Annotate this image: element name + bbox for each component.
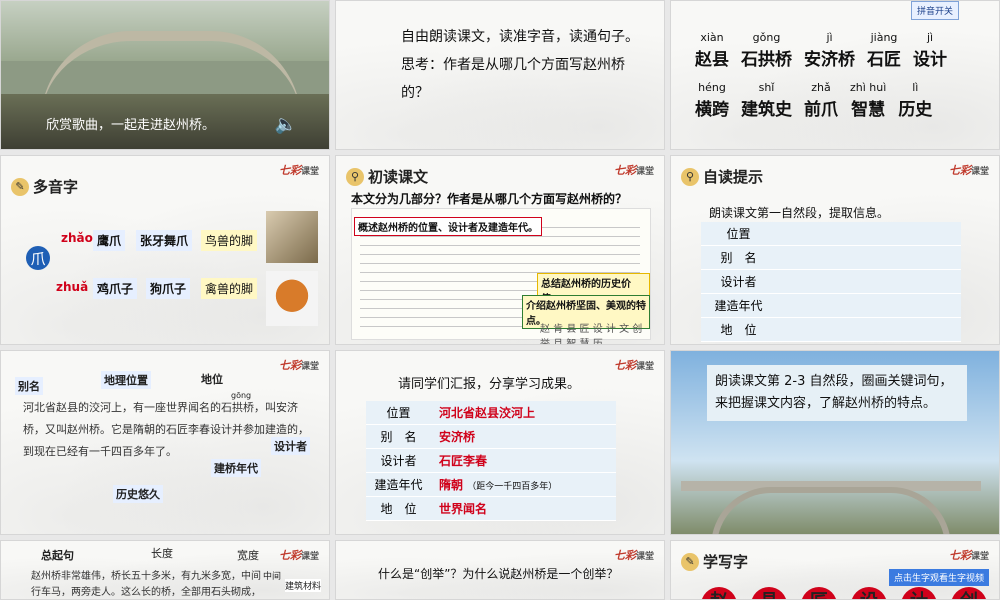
brand-logo: 七彩课堂 xyxy=(613,359,654,372)
pencil-icon: ✎ xyxy=(681,552,699,571)
table-row: 别 名 xyxy=(701,245,961,270)
bridge-image xyxy=(681,481,981,534)
magnifier-icon: ⚲ xyxy=(681,167,699,186)
word-chip: 张牙舞爪 xyxy=(136,230,193,251)
slide-2-thumbnail[interactable]: 自由朗读课文，读准字音，读通句子。思考：作者是从哪几个方面写赵州桥的？ xyxy=(335,0,665,150)
brand-logo: 七彩课堂 xyxy=(278,549,319,562)
reading-instruction: 自由朗读课文，读准字音，读通句子。思考：作者是从哪几个方面写赵州桥的？ xyxy=(401,29,639,101)
pinyin-toggle-button[interactable]: 拼音开关 xyxy=(910,1,959,20)
word-chip: 狗爪子 xyxy=(146,278,191,299)
table-row: 建造年代 隋朝 （距今一千四百多年） xyxy=(366,472,616,497)
writing-characters: 赵 县 匠 设 计 创 xyxy=(701,587,987,599)
vocab-word: zhǎ 前爪 xyxy=(804,81,838,120)
lesson-paragraph: 河北省赵县的洨河上，有一座世界闻名的石拱桥，叫安济桥，又叫赵州桥。它是隋朝的石匠… xyxy=(23,401,309,458)
slide-caption: 欣赏歌曲，一起走进赵州桥。 xyxy=(46,118,216,133)
brand-logo: 七彩课堂 xyxy=(613,164,654,177)
label-geo: 地理位置 xyxy=(101,371,151,389)
label-length: 长度 xyxy=(151,547,173,560)
table-row: 设计者 xyxy=(701,269,961,294)
slide-10-thumbnail[interactable]: 七彩课堂 总起句 长度 宽度 中间 建筑材料 赵州桥非常雄伟，桥长五十多米，有九… xyxy=(0,540,330,600)
pronunciation-1: zhǎo xyxy=(61,231,93,245)
vocab-word: lì 历史 xyxy=(898,81,933,120)
table-row: 地 位世界闻名 xyxy=(366,496,616,521)
character-card[interactable]: 赵 xyxy=(701,587,737,599)
label-status: 地位 xyxy=(201,373,223,386)
brand-logo: 七彩课堂 xyxy=(948,164,989,177)
label-width: 宽度 xyxy=(237,549,259,562)
info-table: 位置 别 名 设计者 建造年代 地 位 xyxy=(701,222,961,342)
label-designer: 设计者 xyxy=(271,437,310,455)
meaning-note: 鸟兽的脚 xyxy=(201,230,258,251)
slide-5-thumbnail[interactable]: 七彩课堂 ⚲ 初读课文 本文分为几部分？作者是从哪几个方面写赵州桥的？ 概述赵州… xyxy=(335,155,665,345)
chicken-image xyxy=(266,271,318,326)
slide-title: ✎ 多音字 xyxy=(11,176,78,197)
slide-title: ⚲ 自读提示 xyxy=(681,166,763,187)
character-card[interactable]: 匠 xyxy=(801,587,837,599)
slide-title: ⚲ 初读课文 xyxy=(346,166,428,187)
character-card[interactable]: 设 xyxy=(851,587,887,599)
vocab-word: shǐ 建筑史 xyxy=(741,81,792,120)
vocab-word: xiàn 赵县 xyxy=(695,31,729,70)
vocab-row-1: xiàn 赵县 gǒng 石拱桥 jì 安济桥 jiàng 石匠 jì 设计 xyxy=(695,31,947,70)
slide-title: ✎ 学写字 xyxy=(681,551,748,572)
label-material: 建筑材料 xyxy=(285,579,322,592)
word-chip: 鸡爪子 xyxy=(93,278,138,299)
label-alias: 别名 xyxy=(15,377,43,395)
pronunciation-2: zhuǎ xyxy=(56,280,89,294)
lesson-paragraph: 赵州桥非常雄伟，桥长五十多米，有九米多宽，中间行车马，两旁走人。这么长的桥，全部… xyxy=(31,571,261,598)
label-lead-sentence: 总起句 xyxy=(41,549,74,562)
slide-7-thumbnail[interactable]: 七彩课堂 别名 地理位置 地位 gōng 河北省赵县的洨河上，有一座世界闻名的石… xyxy=(0,350,330,535)
table-row: 位置 xyxy=(701,222,961,246)
speaker-icon[interactable]: 🔈 xyxy=(275,114,297,135)
slide-4-thumbnail[interactable]: 七彩课堂 ✎ 多音字 爪 zhǎo 鹰爪 张牙舞爪 鸟兽的脚 zhuǎ 鸡爪子 … xyxy=(0,155,330,345)
question-text: 什么是“创举”？为什么说赵州桥是一个创举？ xyxy=(378,567,619,581)
vocab-row-2: héng 横跨 shǐ 建筑史 zhǎ 前爪 zhì huì 智慧 lì 历史 xyxy=(695,81,932,120)
slide-8-thumbnail[interactable]: 七彩课堂 请同学们汇报，分享学习成果。 位置 河北省赵县洨河上 别 名安济桥 设计… xyxy=(335,350,665,535)
brand-logo: 七彩课堂 xyxy=(948,549,989,562)
table-row: 别 名安济桥 xyxy=(366,424,616,449)
answer-table: 位置 河北省赵县洨河上 别 名安济桥 设计者 石匠李春 建造年代 隋朝 （距今一千四百… xyxy=(366,401,616,521)
slide-heading: 请同学们汇报，分享学习成果。 xyxy=(398,377,581,392)
vocab-word: jì 安济桥 xyxy=(804,31,855,70)
slide-11-thumbnail[interactable]: 七彩课堂 什么是“创举”？为什么说赵州桥是一个创举？ xyxy=(335,540,665,600)
table-row: 设计者 石匠李春 xyxy=(366,448,616,473)
vocab-word: héng 横跨 xyxy=(695,81,729,120)
brand-logo: 七彩课堂 xyxy=(278,359,319,372)
brand-logo: 七彩课堂 xyxy=(613,549,654,562)
pencil-mascot-icon: ✎ xyxy=(11,177,29,196)
table-row: 位置 河北省赵县洨河上 xyxy=(366,401,616,425)
question-text: 本文分为几部分？作者是从哪几个方面写赵州桥的？ xyxy=(351,192,628,206)
footer-characters: 赵 肯 县 匠 设 计 文 创 举 且 智 慧 历 xyxy=(540,324,643,345)
label-middle: 中间 xyxy=(263,572,282,582)
polyphone-character: 爪 xyxy=(26,246,50,270)
slide-12-thumbnail[interactable]: 七彩课堂 ✎ 学写字 点击生字观看生字视频 赵 县 匠 设 计 创 xyxy=(670,540,1000,600)
slide-1-thumbnail[interactable]: 欣赏歌曲，一起走进赵州桥。 🔈 xyxy=(0,0,330,150)
slide-9-thumbnail[interactable]: 朗读课文第 2-3 自然段，圈画关键词句，来把握课文内容，了解赵州桥的特点。 xyxy=(670,350,1000,535)
label-era: 建桥年代 xyxy=(211,459,261,477)
brand-logo: 七彩课堂 xyxy=(278,164,319,177)
eagle-image xyxy=(266,211,318,263)
character-card[interactable]: 计 xyxy=(901,587,937,599)
text-document: 概述赵州桥的位置、设计者及建造年代。 总结赵州桥的历史价值。 介绍赵州桥坚固、美… xyxy=(351,208,651,344)
slide-3-thumbnail[interactable]: 拼音开关 xiàn 赵县 gǒng 石拱桥 jì 安济桥 jiàng 石匠 jì 设计 h… xyxy=(670,0,1000,150)
vocab-word: jì 设计 xyxy=(913,31,947,70)
vocab-word: jiàng 石匠 xyxy=(867,31,901,70)
character-card[interactable]: 县 xyxy=(751,587,787,599)
summary-box-1: 概述赵州桥的位置、设计者及建造年代。 xyxy=(354,217,542,236)
vocab-word: zhì huì 智慧 xyxy=(850,81,887,120)
instruction-box: 朗读课文第 2-3 自然段，圈画关键词句，来把握课文内容，了解赵州桥的特点。 xyxy=(707,365,967,421)
character-card[interactable]: 创 xyxy=(951,587,987,599)
instruction-text: 朗读课文第一自然段，提取信息。 xyxy=(709,206,890,220)
table-row: 地 位 xyxy=(701,317,961,342)
bridge-arch xyxy=(711,487,951,534)
vocab-word: gǒng 石拱桥 xyxy=(741,31,792,70)
magnifier-icon: ⚲ xyxy=(346,167,364,186)
slide-6-thumbnail[interactable]: 七彩课堂 ⚲ 自读提示 朗读课文第一自然段，提取信息。 位置 别 名 设计者 建… xyxy=(670,155,1000,345)
meaning-note: 禽兽的脚 xyxy=(201,278,258,299)
label-history: 历史悠久 xyxy=(113,485,163,503)
watch-video-button[interactable]: 点击生字观看生字视频 xyxy=(888,569,989,586)
table-row: 建造年代 xyxy=(701,293,961,318)
word-chip: 鹰爪 xyxy=(93,230,126,251)
